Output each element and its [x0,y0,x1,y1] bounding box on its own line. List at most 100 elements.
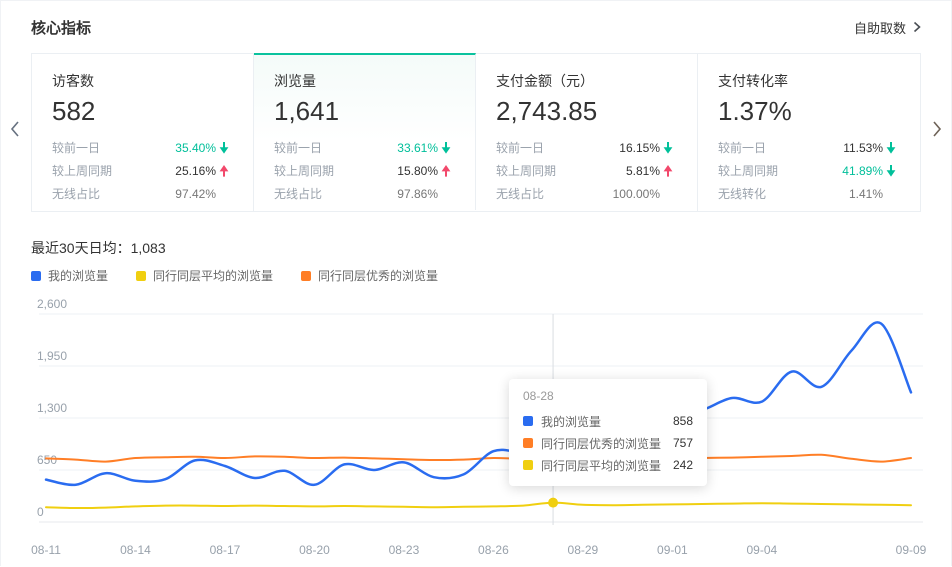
tooltip-swatch-icon [523,460,533,470]
tooltip-row: 同行同层平均的浏览量 242 [523,454,693,476]
x-axis-label: 08-20 [299,543,330,557]
x-axis-label: 08-29 [568,543,599,557]
metric-row: 无线占比 100.00% [496,182,677,205]
tooltip-series-label: 同行同层平均的浏览量 [541,457,661,474]
metric-row-label: 无线占比 [274,185,322,202]
metric-row-label: 无线占比 [496,185,544,202]
metric-row-value: 11.53% [843,141,883,155]
series-line-blue [46,322,911,485]
trend-up-icon [219,165,229,177]
y-axis-label: 0 [37,505,44,519]
metric-row-label: 较上周同期 [52,162,112,179]
metric-row-value: 100.00% [613,187,660,201]
metric-row-label: 较前一日 [52,139,100,156]
tooltip-row: 同行同层优秀的浏览量 757 [523,432,693,454]
metric-row: 无线转化 1.41% [718,182,900,205]
metric-row-value: 1.41% [849,187,883,201]
metric-row: 较上周同期 5.81% [496,159,677,182]
tooltip-swatch-icon [523,416,533,426]
metric-row-label: 较上周同期 [274,162,334,179]
x-axis-label: 09-04 [747,543,778,557]
metric-row-value: 97.86% [397,187,438,201]
metric-row: 无线占比 97.42% [52,182,233,205]
metric-card-value: 1,641 [274,96,455,127]
metric-row-label: 无线转化 [718,185,766,202]
metric-row-label: 较前一日 [718,139,766,156]
carousel-prev-button[interactable] [6,116,24,142]
metric-cards-row: 访客数 582 较前一日 35.40% 较上周同期 25.16% 无线占比 97… [31,53,921,212]
tooltip-series-value: 858 [673,414,693,428]
line-chart[interactable]: 06501,3001,9502,60008-1108-1408-1708-200… [1,229,952,567]
metric-row-label: 较前一日 [274,139,322,156]
metric-card-title: 访客数 [52,71,233,91]
metric-card-rows: 较前一日 11.53% 较上周同期 41.89% 无线转化 1.41% [718,136,900,205]
series-line-yellow [46,503,911,508]
metric-card-3[interactable]: 支付转化率 1.37% 较前一日 11.53% 较上周同期 41.89% 无线转… [698,54,920,211]
chart-tooltip: 08-28 我的浏览量 858 同行同层优秀的浏览量 757 同行同层平均的浏览… [509,379,707,486]
self-service-link[interactable]: 自助取数 [854,18,921,37]
metric-row: 较上周同期 25.16% [52,159,233,182]
metric-card-value: 1.37% [718,96,900,127]
metric-row-label: 无线占比 [52,185,100,202]
x-axis-label: 09-01 [657,543,688,557]
metric-card-rows: 较前一日 33.61% 较上周同期 15.80% 无线占比 97.86% [274,136,455,205]
metric-row-value: 33.61% [397,141,438,155]
metric-row: 较前一日 35.40% [52,136,233,159]
y-axis-label: 650 [37,453,57,467]
tooltip-series-label: 我的浏览量 [541,413,601,430]
trend-down-icon [663,142,673,154]
y-axis-label: 2,600 [37,297,67,311]
tooltip-date: 08-28 [523,389,693,403]
section-header: 核心指标 自助取数 [1,1,951,53]
metric-card-2[interactable]: 支付金额（元） 2,743.85 较前一日 16.15% 较上周同期 5.81%… [476,54,698,211]
chevron-right-icon [913,21,921,33]
metric-row: 较上周同期 15.80% [274,159,455,182]
x-axis-label: 08-17 [210,543,241,557]
trend-chart-section: 最近30天日均：1,083 我的浏览量 同行同层平均的浏览量 同行同层优秀的浏览… [1,229,952,567]
metric-row: 较前一日 11.53% [718,136,900,159]
trend-up-icon [441,165,451,177]
metric-card-0[interactable]: 访客数 582 较前一日 35.40% 较上周同期 25.16% 无线占比 97… [32,54,254,211]
trend-down-icon [886,142,896,154]
x-axis-label: 08-26 [478,543,509,557]
metric-row: 较前一日 33.61% [274,136,455,159]
series-line-orange [46,455,911,462]
trend-down-icon [219,142,229,154]
metric-row-label: 较上周同期 [496,162,556,179]
metric-row-label: 较上周同期 [718,162,778,179]
metric-row: 无线占比 97.86% [274,182,455,205]
tooltip-series-value: 757 [673,436,693,450]
y-axis-label: 1,300 [37,401,67,415]
metric-card-value: 582 [52,96,233,127]
chevron-left-icon [10,120,20,138]
metric-row-label: 较前一日 [496,139,544,156]
trend-down-icon [886,165,896,177]
y-axis-label: 1,950 [37,349,67,363]
metric-row: 较上周同期 41.89% [718,159,900,182]
page-title: 核心指标 [31,17,91,38]
metric-card-rows: 较前一日 35.40% 较上周同期 25.16% 无线占比 97.42% [52,136,233,205]
metric-card-rows: 较前一日 16.15% 较上周同期 5.81% 无线占比 100.00% [496,136,677,205]
carousel-next-button[interactable] [928,116,946,142]
tooltip-row: 我的浏览量 858 [523,410,693,432]
metric-card-1[interactable]: 浏览量 1,641 较前一日 33.61% 较上周同期 15.80% 无线占比 … [254,53,476,210]
trend-down-icon [441,142,451,154]
metric-row-value: 35.40% [175,141,216,155]
tooltip-series-label: 同行同层优秀的浏览量 [541,435,661,452]
metric-row-value: 16.15% [619,141,660,155]
metric-cards-area: 访客数 582 较前一日 35.40% 较上周同期 25.16% 无线占比 97… [1,53,951,212]
chevron-right-icon [932,120,942,138]
self-service-label: 自助取数 [854,18,906,37]
tooltip-series-value: 242 [673,458,693,472]
metric-row-value: 97.42% [175,187,216,201]
metric-card-value: 2,743.85 [496,96,677,127]
trend-up-icon [663,165,673,177]
hover-dot [548,498,558,508]
tooltip-swatch-icon [523,438,533,448]
metric-card-title: 支付金额（元） [496,71,677,91]
metric-row: 较前一日 16.15% [496,136,677,159]
metric-row-value: 5.81% [626,164,660,178]
metric-row-value: 41.89% [842,164,883,178]
x-axis-label: 08-11 [31,543,61,557]
x-axis-label: 09-09 [896,543,927,557]
